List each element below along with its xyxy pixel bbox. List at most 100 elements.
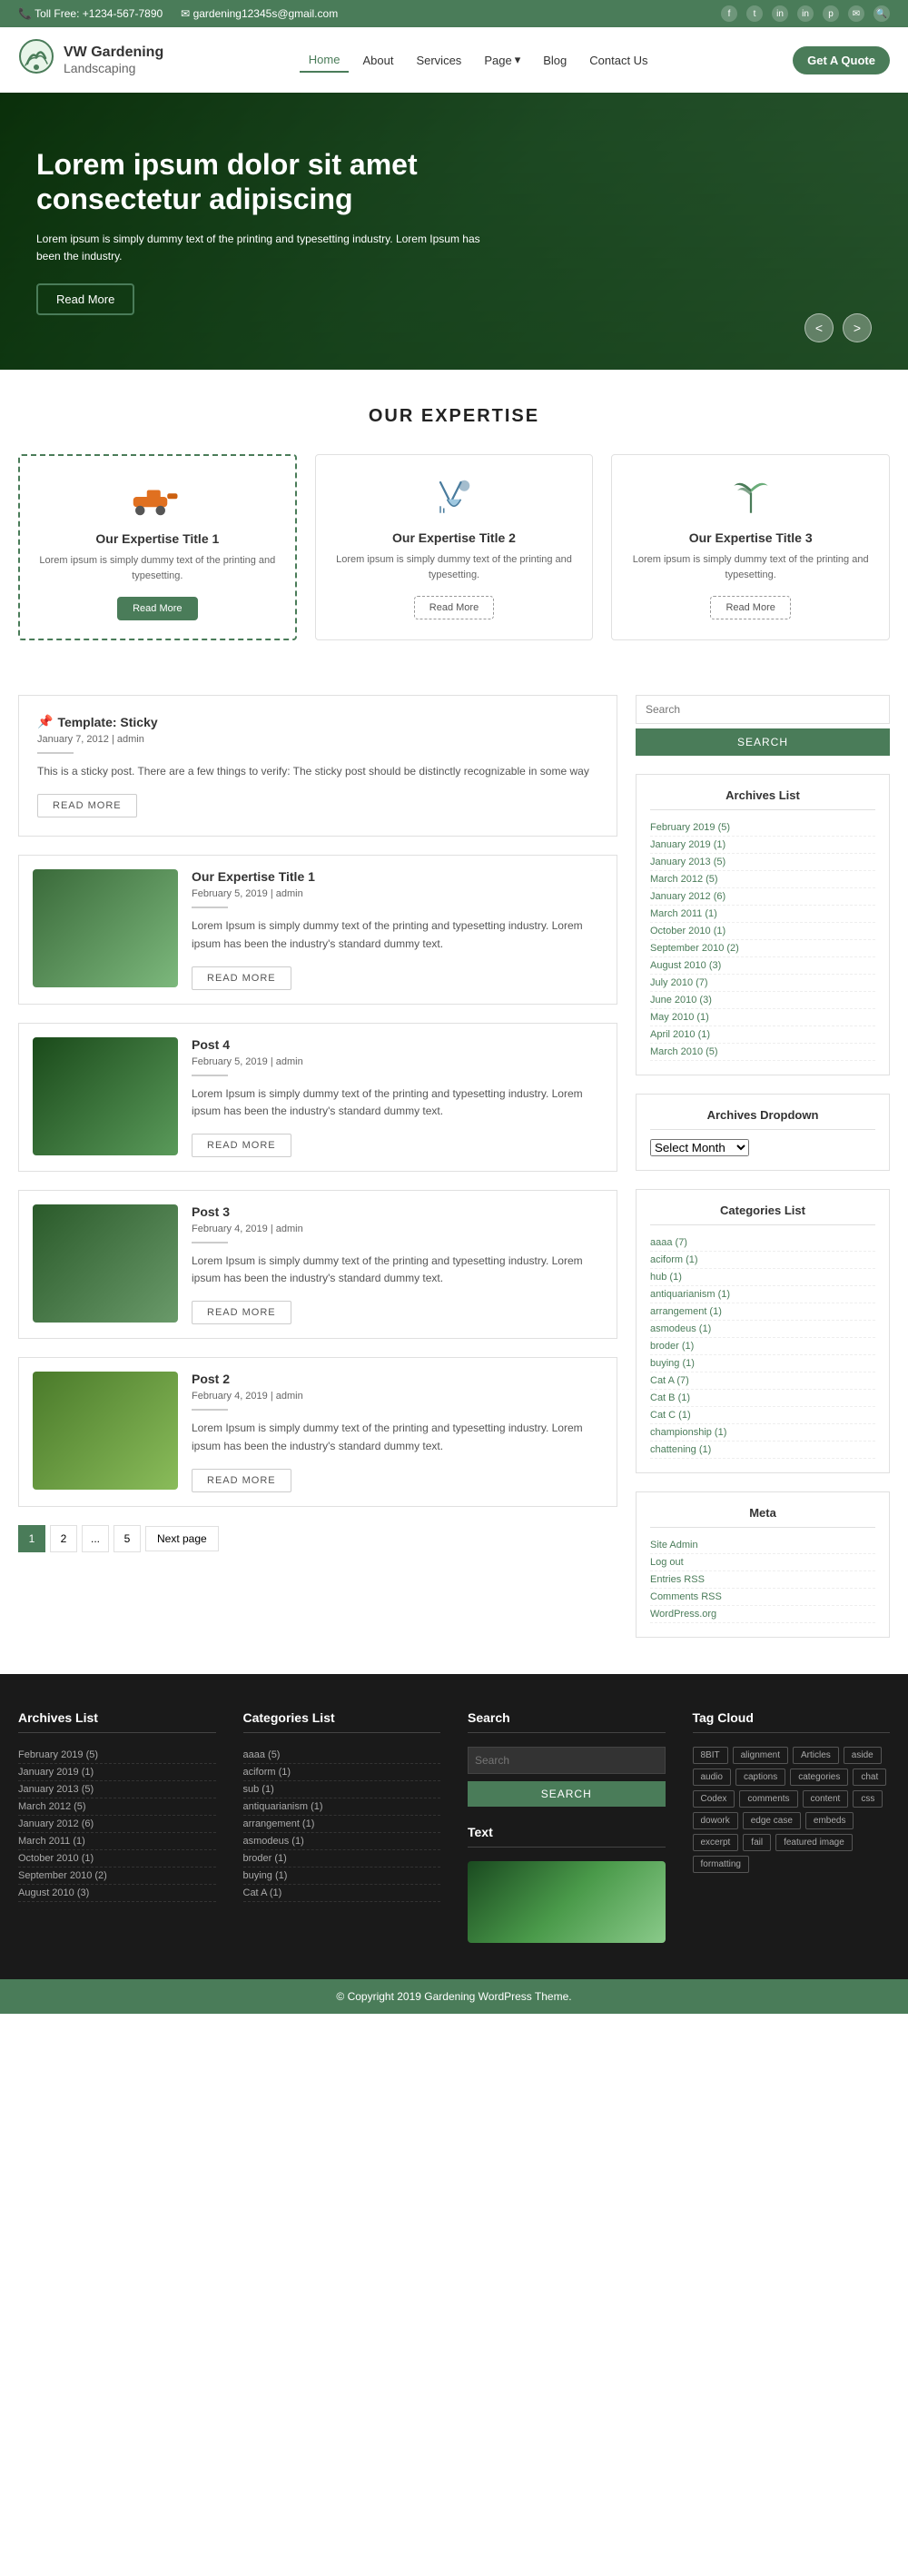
footer-search-button[interactable]: SEARCH <box>468 1781 666 1807</box>
archive-link[interactable]: June 2010 (3) <box>650 995 712 1006</box>
footer-archive-link[interactable]: January 2019 (1) <box>18 1767 94 1778</box>
archive-link[interactable]: March 2012 (5) <box>650 874 718 885</box>
tag-fail[interactable]: fail <box>743 1834 771 1851</box>
page-2-button[interactable]: 2 <box>50 1525 77 1552</box>
archive-link[interactable]: January 2013 (5) <box>650 857 725 867</box>
tag-8bit[interactable]: 8BIT <box>693 1747 728 1764</box>
category-link[interactable]: Cat B (1) <box>650 1392 690 1403</box>
nav-contact[interactable]: Contact Us <box>580 49 656 72</box>
footer-archive-link[interactable]: September 2010 (2) <box>18 1870 107 1881</box>
footer-category-link[interactable]: buying (1) <box>243 1870 288 1881</box>
category-link[interactable]: chattening (1) <box>650 1444 711 1455</box>
tag-dowork[interactable]: dowork <box>693 1812 738 1829</box>
tag-edge-case[interactable]: edge case <box>743 1812 801 1829</box>
meta-link[interactable]: Comments RSS <box>650 1591 722 1602</box>
page-5-button[interactable]: 5 <box>114 1525 141 1552</box>
tag-content[interactable]: content <box>803 1790 849 1808</box>
archive-link[interactable]: March 2011 (1) <box>650 908 717 919</box>
email-social-icon[interactable]: ✉ <box>848 5 864 22</box>
archive-link[interactable]: February 2019 (5) <box>650 822 730 833</box>
archive-link[interactable]: March 2010 (5) <box>650 1046 718 1057</box>
page-1-button[interactable]: 1 <box>18 1525 45 1552</box>
expertise-card-1-button[interactable]: Read More <box>117 597 197 620</box>
category-link[interactable]: arrangement (1) <box>650 1306 722 1317</box>
meta-link[interactable]: Entries RSS <box>650 1574 705 1585</box>
expertise-card-2-button[interactable]: Read More <box>414 596 494 619</box>
meta-link[interactable]: Site Admin <box>650 1540 698 1551</box>
category-link[interactable]: hub (1) <box>650 1272 682 1283</box>
quote-button[interactable]: Get A Quote <box>793 46 890 74</box>
tag-featured-image[interactable]: featured image <box>775 1834 853 1851</box>
archives-dropdown-select[interactable]: Select Month February 2019 January 2019 <box>650 1139 749 1156</box>
footer-archive-link[interactable]: February 2019 (5) <box>18 1749 98 1760</box>
tag-aside[interactable]: aside <box>844 1747 882 1764</box>
archive-link[interactable]: October 2010 (1) <box>650 926 725 936</box>
archive-link[interactable]: May 2010 (1) <box>650 1012 709 1023</box>
linkedin-icon[interactable]: in <box>797 5 814 22</box>
nav-services[interactable]: Services <box>407 49 470 72</box>
sidebar-search-button[interactable]: SEARCH <box>636 728 890 756</box>
category-link[interactable]: aciform (1) <box>650 1254 698 1265</box>
archive-link[interactable]: January 2019 (1) <box>650 839 725 850</box>
tag-codex[interactable]: Codex <box>693 1790 735 1808</box>
archive-link[interactable]: July 2010 (7) <box>650 977 708 988</box>
topbar-search-icon[interactable]: 🔍 <box>873 5 890 22</box>
hero-next-button[interactable]: > <box>843 313 872 342</box>
category-link[interactable]: asmodeus (1) <box>650 1323 711 1334</box>
sidebar-search-input[interactable] <box>636 695 890 724</box>
tag-articles[interactable]: Articles <box>793 1747 839 1764</box>
footer-archive-link[interactable]: January 2012 (6) <box>18 1818 94 1829</box>
archive-link[interactable]: April 2010 (1) <box>650 1029 710 1040</box>
footer-archive-link[interactable]: January 2013 (5) <box>18 1784 94 1795</box>
nav-page[interactable]: Page ▾ <box>475 48 529 72</box>
nav-about[interactable]: About <box>353 49 402 72</box>
nav-blog[interactable]: Blog <box>534 49 576 72</box>
tag-comments[interactable]: comments <box>739 1790 797 1808</box>
category-link[interactable]: antiquarianism (1) <box>650 1289 730 1300</box>
footer-archive-link[interactable]: August 2010 (3) <box>18 1887 89 1898</box>
twitter-icon[interactable]: t <box>746 5 763 22</box>
tag-categories[interactable]: categories <box>790 1769 848 1786</box>
archive-link[interactable]: August 2010 (3) <box>650 960 721 971</box>
sticky-read-more-button[interactable]: READ MORE <box>37 794 137 817</box>
footer-archive-link[interactable]: October 2010 (1) <box>18 1853 94 1864</box>
nav-home[interactable]: Home <box>300 48 350 73</box>
category-link[interactable]: aaaa (7) <box>650 1237 687 1248</box>
category-link[interactable]: Cat C (1) <box>650 1410 691 1421</box>
footer-category-link[interactable]: broder (1) <box>243 1853 287 1864</box>
footer-category-link[interactable]: aciform (1) <box>243 1767 291 1778</box>
tag-css[interactable]: css <box>853 1790 883 1808</box>
meta-link[interactable]: Log out <box>650 1557 684 1568</box>
page-next-button[interactable]: Next page <box>145 1526 219 1551</box>
archive-link[interactable]: January 2012 (6) <box>650 891 725 902</box>
footer-category-link[interactable]: antiquarianism (1) <box>243 1801 323 1812</box>
facebook-icon[interactable]: f <box>721 5 737 22</box>
footer-category-link[interactable]: sub (1) <box>243 1784 274 1795</box>
tag-chat[interactable]: chat <box>853 1769 886 1786</box>
pinterest-icon[interactable]: p <box>823 5 839 22</box>
page-dots-button[interactable]: ... <box>82 1525 109 1552</box>
post-4-read-more-button[interactable]: READ MORE <box>192 1469 291 1492</box>
category-link[interactable]: buying (1) <box>650 1358 695 1369</box>
category-link[interactable]: broder (1) <box>650 1341 694 1352</box>
category-link[interactable]: championship (1) <box>650 1427 726 1438</box>
footer-category-link[interactable]: aaaa (5) <box>243 1749 281 1760</box>
post-2-read-more-button[interactable]: READ MORE <box>192 1134 291 1157</box>
tag-audio[interactable]: audio <box>693 1769 731 1786</box>
footer-search-input[interactable] <box>468 1747 666 1774</box>
post-1-read-more-button[interactable]: READ MORE <box>192 966 291 990</box>
tag-embeds[interactable]: embeds <box>805 1812 854 1829</box>
hero-read-more-button[interactable]: Read More <box>36 283 134 315</box>
footer-archive-link[interactable]: March 2011 (1) <box>18 1836 85 1847</box>
category-link[interactable]: Cat A (7) <box>650 1375 689 1386</box>
post-3-read-more-button[interactable]: READ MORE <box>192 1301 291 1324</box>
tag-excerpt[interactable]: excerpt <box>693 1834 739 1851</box>
meta-link[interactable]: WordPress.org <box>650 1609 716 1620</box>
hero-prev-button[interactable]: < <box>804 313 834 342</box>
footer-category-link[interactable]: Cat A (1) <box>243 1887 282 1898</box>
instagram-icon[interactable]: in <box>772 5 788 22</box>
footer-archive-link[interactable]: March 2012 (5) <box>18 1801 86 1812</box>
expertise-card-3-button[interactable]: Read More <box>710 596 790 619</box>
archive-link[interactable]: September 2010 (2) <box>650 943 739 954</box>
tag-formatting[interactable]: formatting <box>693 1856 749 1873</box>
